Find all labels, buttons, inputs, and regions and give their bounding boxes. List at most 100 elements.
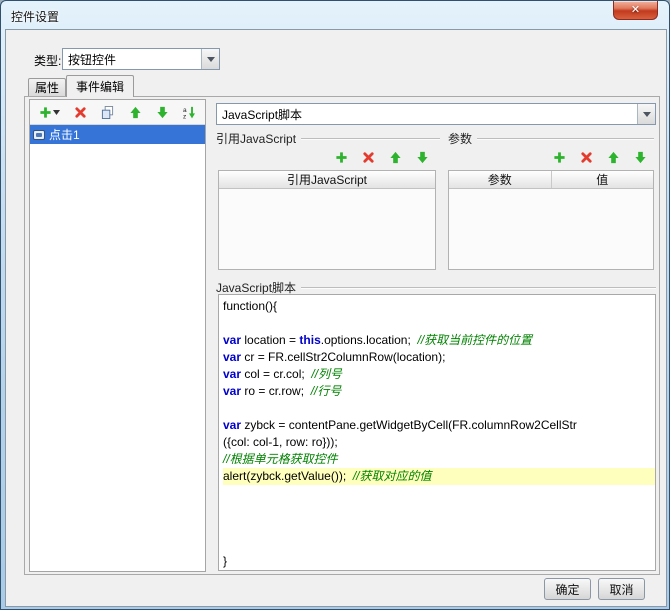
code-line[interactable]: ({col: col-1, row: ro}));: [223, 434, 655, 451]
type-combobox[interactable]: 按钮控件: [62, 48, 220, 70]
svg-text:z: z: [183, 113, 186, 118]
button-widget-icon: [33, 129, 45, 141]
dialog-body: 类型: 按钮控件 属性 事件编辑: [5, 29, 667, 607]
code-token: //获取对应的值: [353, 469, 432, 483]
arrow-down-icon: [634, 151, 647, 164]
plus-icon: [335, 151, 348, 164]
param-group-title: 参数: [448, 130, 654, 147]
group-title-separator: [301, 138, 440, 140]
code-line[interactable]: [223, 315, 655, 332]
script-type-value: JavaScript脚本: [217, 104, 637, 124]
move-up-button[interactable]: [128, 105, 143, 120]
window-title: 控件设置: [11, 8, 59, 25]
code-line[interactable]: [223, 519, 655, 536]
code-token: function(){: [223, 299, 277, 313]
code-line[interactable]: [223, 502, 655, 519]
code-token: //根据单元格获取控件: [223, 452, 338, 466]
code-token: //行号: [311, 384, 342, 398]
tab-event-edit[interactable]: 事件编辑: [66, 75, 134, 97]
code-line[interactable]: var cr = FR.cellStr2ColumnRow(location);: [223, 349, 655, 366]
code-token: //获取当前控件的位置: [417, 333, 532, 347]
ref-js-group-title: 引用JavaScript: [216, 130, 440, 147]
code-line[interactable]: var zybck = contentPane.getWidgetByCell(…: [223, 417, 655, 434]
ref-move-down-button[interactable]: [415, 150, 430, 165]
arrow-down-icon: [156, 106, 169, 119]
param-toolbar: [448, 149, 648, 165]
script-type-combobox-arrow[interactable]: [637, 104, 655, 124]
ref-js-table-body[interactable]: [219, 189, 435, 269]
arrow-up-icon: [129, 106, 142, 119]
ref-js-table-header-row: 引用JavaScript: [219, 171, 435, 189]
code-token: var: [223, 333, 241, 347]
event-list-panel: az 点击1: [29, 99, 206, 572]
ref-move-up-button[interactable]: [388, 150, 403, 165]
param-group-label: 参数: [448, 130, 472, 147]
move-down-button[interactable]: [155, 105, 170, 120]
code-token: zybck = contentPane.getWidgetByCell(FR.c…: [241, 418, 577, 432]
code-token: var: [223, 384, 241, 398]
param-delete-button[interactable]: [579, 150, 594, 165]
param-table-header-param[interactable]: 参数: [449, 171, 552, 188]
ref-delete-button[interactable]: [361, 150, 376, 165]
titlebar[interactable]: 控件设置 ✕: [1, 1, 669, 29]
x-icon: [580, 151, 593, 164]
x-icon: [74, 106, 87, 119]
chevron-down-icon: [643, 112, 651, 121]
group-title-separator: [477, 138, 654, 140]
add-event-button[interactable]: [38, 105, 61, 120]
copy-icon: [101, 106, 114, 119]
ok-button[interactable]: 确定: [544, 578, 591, 600]
tab-properties[interactable]: 属性: [28, 78, 66, 97]
param-add-button[interactable]: [552, 150, 567, 165]
code-line[interactable]: [223, 400, 655, 417]
code-token: var: [223, 418, 241, 432]
cancel-button[interactable]: 取消: [598, 578, 645, 600]
code-token: ({col: col-1, row: ro}));: [223, 435, 338, 449]
param-move-down-button[interactable]: [633, 150, 648, 165]
code-token: ro = cr.row;: [241, 384, 311, 398]
code-editor[interactable]: function(){ var location = this.options.…: [218, 294, 656, 571]
ref-js-toolbar: [216, 149, 430, 165]
param-table-body[interactable]: [449, 189, 653, 269]
ref-js-group-label: 引用JavaScript: [216, 130, 296, 147]
param-move-up-button[interactable]: [606, 150, 621, 165]
dialog-window: 控件设置 ✕ 类型: 按钮控件 属性 事件编辑: [0, 0, 670, 610]
sort-events-button[interactable]: az: [182, 105, 197, 120]
code-token: location =: [241, 333, 299, 347]
code-token: }: [223, 554, 227, 568]
code-line[interactable]: var location = this.options.location; //…: [223, 332, 655, 349]
type-label: 类型:: [34, 52, 61, 69]
type-combobox-value: 按钮控件: [63, 49, 201, 69]
code-line[interactable]: alert(zybck.getValue()); //获取对应的值: [223, 468, 655, 485]
copy-event-button[interactable]: [100, 105, 115, 120]
code-token: //列号: [311, 367, 342, 381]
code-line[interactable]: }: [223, 553, 655, 570]
script-type-combobox[interactable]: JavaScript脚本: [216, 103, 656, 125]
code-line[interactable]: var ro = cr.row; //行号: [223, 383, 655, 400]
close-button[interactable]: ✕: [613, 1, 658, 20]
arrow-up-icon: [389, 151, 402, 164]
event-list-toolbar: az: [30, 100, 205, 125]
ref-add-button[interactable]: [334, 150, 349, 165]
type-combobox-arrow[interactable]: [201, 49, 219, 69]
plus-icon: [553, 151, 566, 164]
code-line[interactable]: function(){: [223, 298, 655, 315]
code-line[interactable]: var col = cr.col; //列号: [223, 366, 655, 383]
code-token: cr = FR.cellStr2ColumnRow(location);: [241, 350, 445, 364]
code-token: this: [299, 333, 320, 347]
ref-js-table-header[interactable]: 引用JavaScript: [219, 171, 435, 188]
event-item-label: 点击1: [49, 126, 80, 143]
x-icon: [362, 151, 375, 164]
param-table-header-value[interactable]: 值: [552, 171, 654, 188]
plus-icon: [39, 106, 52, 119]
code-token: var: [223, 367, 241, 381]
code-line[interactable]: //根据单元格获取控件: [223, 451, 655, 468]
code-token: alert(zybck.getValue());: [223, 469, 353, 483]
code-line[interactable]: [223, 485, 655, 502]
code-line[interactable]: [223, 536, 655, 553]
delete-event-button[interactable]: [73, 105, 88, 120]
event-list-item-click1[interactable]: 点击1: [30, 125, 205, 144]
param-table-header-row: 参数 值: [449, 171, 653, 189]
chevron-down-icon: [53, 110, 60, 115]
param-table: 参数 值: [448, 170, 654, 270]
